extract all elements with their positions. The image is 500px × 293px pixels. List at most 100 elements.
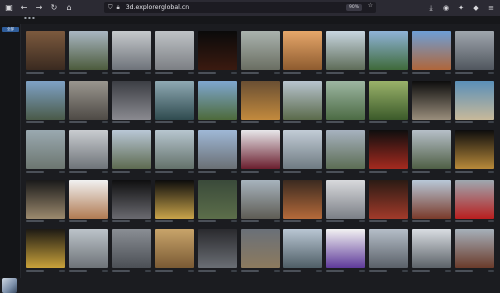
tile-thumbnail[interactable]	[111, 229, 151, 268]
gallery-tile[interactable]	[455, 229, 494, 272]
tile-thumbnail[interactable]	[111, 80, 151, 120]
gallery-tile[interactable]	[111, 179, 151, 223]
gallery-tile[interactable]	[455, 31, 494, 74]
tile-thumbnail[interactable]	[326, 80, 366, 120]
tile-thumbnail[interactable]	[455, 229, 494, 268]
gallery-tile[interactable]	[326, 179, 366, 223]
gallery-tile[interactable]	[154, 31, 194, 74]
gallery-tile[interactable]	[68, 80, 108, 124]
tile-thumbnail[interactable]	[455, 80, 494, 120]
gallery-tile[interactable]	[283, 130, 323, 173]
gallery-tile[interactable]	[326, 31, 366, 74]
tile-thumbnail[interactable]	[197, 80, 237, 120]
tile-thumbnail[interactable]	[111, 130, 151, 169]
home-icon[interactable]: ⌂	[63, 2, 75, 14]
url-bar[interactable]: ⛉ 🔒︎ 3d.explorerglobal.cn 90% ☆	[104, 2, 376, 13]
tile-thumbnail[interactable]	[283, 31, 323, 70]
gallery-tile[interactable]	[240, 130, 280, 173]
gallery-tile[interactable]	[369, 130, 409, 173]
tile-thumbnail[interactable]	[26, 229, 65, 268]
gallery-tile[interactable]	[154, 130, 194, 173]
download-icon[interactable]: ⤓	[426, 2, 436, 14]
tile-thumbnail[interactable]	[26, 130, 65, 169]
tile-thumbnail[interactable]	[154, 130, 194, 169]
tile-thumbnail[interactable]	[369, 130, 409, 169]
tile-thumbnail[interactable]	[197, 130, 237, 169]
star-icon[interactable]: ☆	[368, 2, 373, 9]
gallery-tile[interactable]	[26, 130, 65, 173]
tile-thumbnail[interactable]	[68, 229, 108, 268]
gallery-tile[interactable]	[154, 179, 194, 223]
account-icon[interactable]: ◉	[441, 2, 451, 14]
tile-thumbnail[interactable]	[326, 130, 366, 169]
extensions-icon[interactable]: ✦	[456, 2, 466, 14]
tile-thumbnail[interactable]	[326, 229, 366, 268]
gallery-tile[interactable]	[111, 229, 151, 272]
tile-thumbnail[interactable]	[26, 31, 65, 70]
tile-thumbnail[interactable]	[455, 31, 494, 70]
tile-thumbnail[interactable]	[412, 179, 452, 219]
gallery-tile[interactable]	[455, 80, 494, 124]
gallery-tile[interactable]	[26, 179, 65, 223]
gallery-tile[interactable]	[283, 179, 323, 223]
tile-thumbnail[interactable]	[26, 179, 65, 219]
tile-thumbnail[interactable]	[68, 80, 108, 120]
gallery-tile[interactable]	[455, 130, 494, 173]
gallery-tile[interactable]	[197, 130, 237, 173]
tile-thumbnail[interactable]	[283, 179, 323, 219]
gallery-tile[interactable]	[111, 80, 151, 124]
tile-thumbnail[interactable]	[26, 80, 65, 120]
shield-icon[interactable]: ⛉	[108, 4, 113, 12]
forward-icon[interactable]: →	[33, 2, 45, 14]
gallery-tile[interactable]	[26, 31, 65, 74]
gallery-tile[interactable]	[240, 80, 280, 124]
tile-thumbnail[interactable]	[197, 179, 237, 219]
gallery-tile[interactable]	[111, 31, 151, 74]
tile-thumbnail[interactable]	[369, 31, 409, 70]
gallery-tile[interactable]	[412, 229, 452, 272]
tile-thumbnail[interactable]	[455, 130, 494, 169]
gallery-tile[interactable]	[412, 31, 452, 74]
gallery-tile[interactable]	[197, 229, 237, 272]
tile-thumbnail[interactable]	[111, 179, 151, 219]
tile-thumbnail[interactable]	[197, 229, 237, 268]
tile-thumbnail[interactable]	[369, 229, 409, 268]
tile-thumbnail[interactable]	[68, 179, 108, 219]
gallery-tile[interactable]	[68, 31, 108, 74]
tile-thumbnail[interactable]	[68, 130, 108, 169]
gallery-tile[interactable]	[197, 179, 237, 223]
gallery-tile[interactable]	[154, 80, 194, 124]
gallery-tile[interactable]	[283, 229, 323, 272]
tile-thumbnail[interactable]	[283, 80, 323, 120]
gallery-tile[interactable]	[154, 229, 194, 272]
gallery-tile[interactable]	[240, 31, 280, 74]
tile-thumbnail[interactable]	[369, 80, 409, 120]
gallery-tile[interactable]	[197, 31, 237, 74]
gallery-tile[interactable]	[369, 80, 409, 124]
gallery-tile[interactable]	[26, 229, 65, 272]
gallery-tile[interactable]	[412, 130, 452, 173]
tile-thumbnail[interactable]	[154, 31, 194, 70]
back-icon[interactable]: ←	[18, 2, 30, 14]
tile-thumbnail[interactable]	[111, 31, 151, 70]
gallery-tile[interactable]	[68, 229, 108, 272]
tile-thumbnail[interactable]	[412, 130, 452, 169]
gallery-tile[interactable]	[197, 80, 237, 124]
gallery-tile[interactable]	[369, 179, 409, 223]
gallery-tile[interactable]	[326, 130, 366, 173]
menu-icon[interactable]: ≡	[486, 2, 496, 14]
addon-icon[interactable]: ◆	[471, 2, 481, 14]
tile-thumbnail[interactable]	[412, 31, 452, 70]
tile-thumbnail[interactable]	[240, 229, 280, 268]
tile-thumbnail[interactable]	[197, 31, 237, 70]
gallery-tile[interactable]	[412, 179, 452, 223]
gallery-tile[interactable]	[68, 130, 108, 173]
tile-thumbnail[interactable]	[240, 31, 280, 70]
gallery-tile[interactable]	[326, 80, 366, 124]
gallery-tile[interactable]	[26, 80, 65, 124]
gallery-tile[interactable]	[240, 229, 280, 272]
sidebar-tab-all[interactable]: 全部	[2, 27, 19, 32]
sidebar-thumbnail[interactable]	[2, 278, 17, 293]
reload-icon[interactable]: ↻	[48, 2, 60, 14]
gallery-tile[interactable]	[369, 31, 409, 74]
